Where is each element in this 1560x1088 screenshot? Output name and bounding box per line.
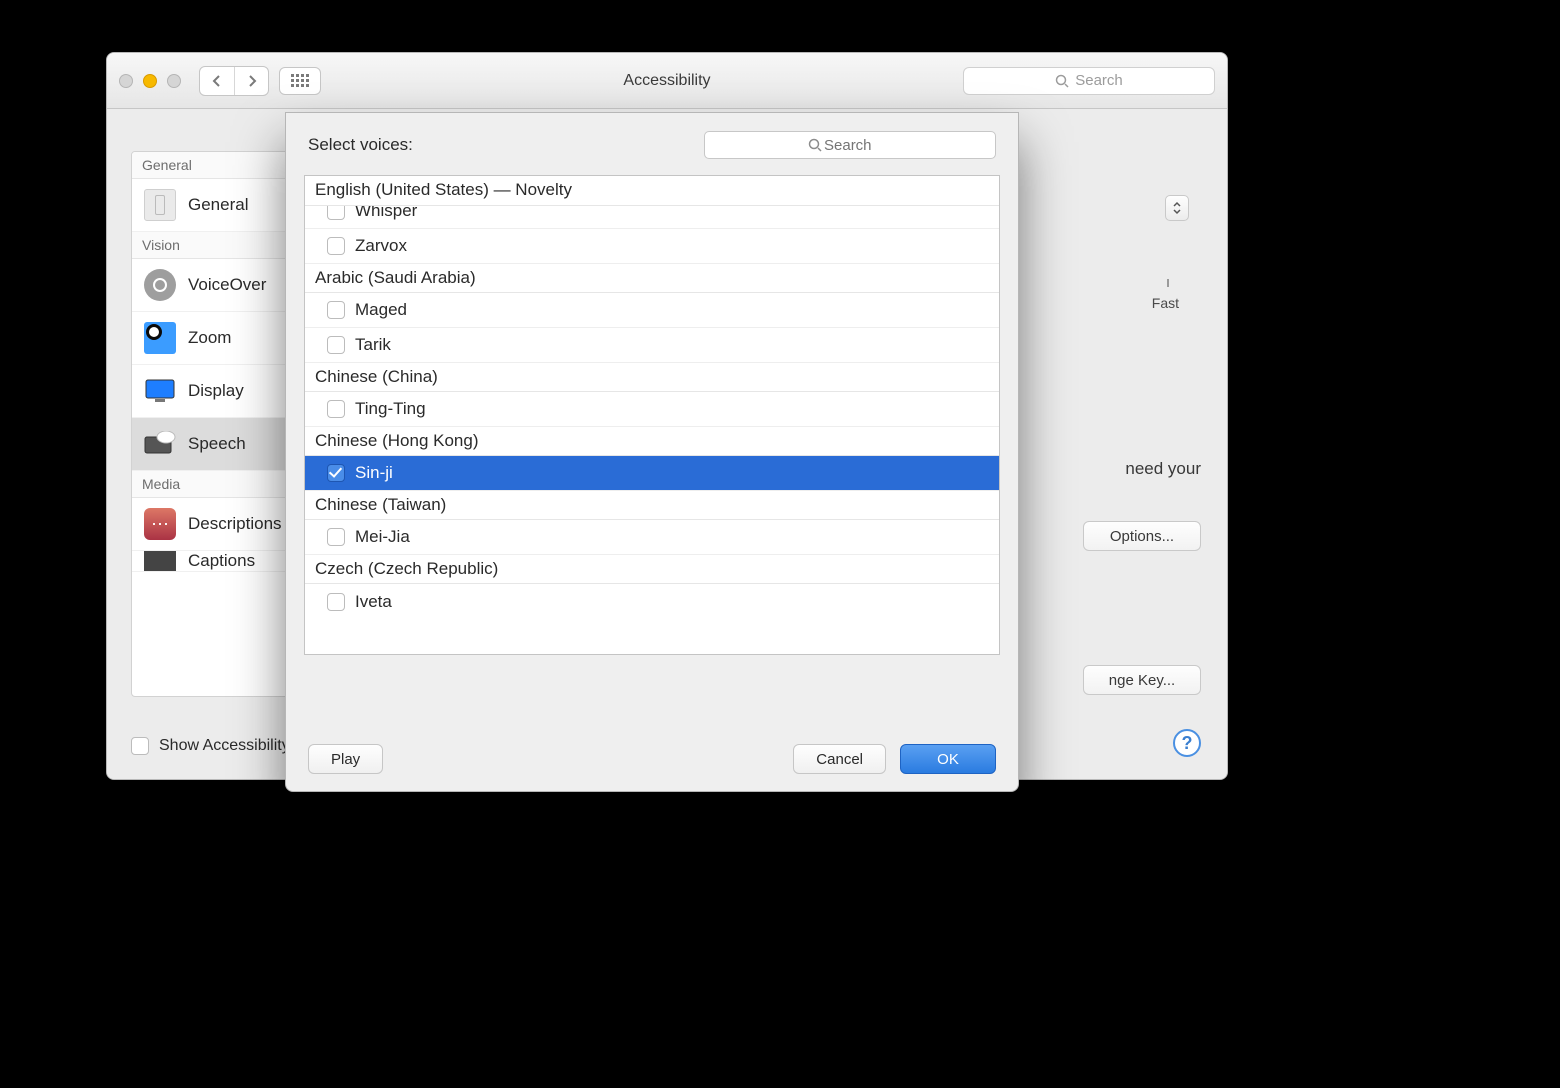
change-key-button[interactable]: nge Key... <box>1083 665 1201 695</box>
sidebar-item-label: Descriptions <box>188 514 282 534</box>
nav-group <box>199 66 269 96</box>
voice-group-header: Chinese (Taiwan) <box>305 491 999 520</box>
sheet-search-input[interactable] <box>822 136 892 155</box>
sidebar-item-label: General <box>188 195 248 215</box>
sidebar-item-label: Zoom <box>188 328 231 348</box>
voice-checkbox[interactable] <box>327 237 345 255</box>
sidebar-item-speech[interactable]: Speech <box>132 418 310 471</box>
play-button[interactable]: Play <box>308 744 383 774</box>
speaking-rate-fast-label: Fast <box>1152 295 1179 311</box>
sidebar-item-voiceover[interactable]: VoiceOver <box>132 259 310 312</box>
voice-checkbox[interactable] <box>327 464 345 482</box>
section-header-vision: Vision <box>132 232 310 259</box>
voiceover-icon <box>144 269 176 301</box>
sheet-footer: Play Cancel OK <box>286 727 1018 791</box>
voice-name: Mei-Jia <box>355 527 410 547</box>
voice-checkbox[interactable] <box>327 301 345 319</box>
voice-scroll-area[interactable]: WhisperZarvoxArabic (Saudi Arabia)MagedT… <box>305 176 999 654</box>
sidebar-item-general[interactable]: General <box>132 179 310 232</box>
voice-checkbox[interactable] <box>327 528 345 546</box>
voice-group-header: Czech (Czech Republic) <box>305 555 999 584</box>
category-sidebar: General General Vision VoiceOver Zoom Di… <box>131 151 311 697</box>
voice-row[interactable]: Tarik <box>305 328 999 363</box>
minimize-button[interactable] <box>143 74 157 88</box>
zoom-icon <box>144 322 176 354</box>
voice-row[interactable]: Iveta <box>305 584 999 619</box>
forward-button[interactable] <box>234 67 268 95</box>
voice-name: Zarvox <box>355 236 407 256</box>
voice-list[interactable]: English (United States) — Novelty Whispe… <box>304 175 1000 655</box>
help-button[interactable]: ? <box>1173 729 1201 757</box>
voice-group-sticky: English (United States) — Novelty <box>305 176 999 206</box>
show-status-label: Show Accessibility status in menu bar <box>159 737 299 755</box>
captions-icon <box>144 551 176 572</box>
zoom-button[interactable] <box>167 74 181 88</box>
sidebar-item-captions[interactable]: Captions <box>132 551 310 572</box>
descriptions-icon: ⋯ <box>144 508 176 540</box>
section-header-media: Media <box>132 471 310 498</box>
search-icon <box>1055 74 1069 88</box>
traffic-lights <box>119 74 181 88</box>
voice-name: Iveta <box>355 592 392 612</box>
general-icon <box>144 189 176 221</box>
grid-icon <box>291 74 309 88</box>
voice-select-sheet: Select voices: English (United States) —… <box>285 112 1019 792</box>
speech-icon <box>144 428 176 460</box>
sheet-title: Select voices: <box>308 135 413 155</box>
cancel-button[interactable]: Cancel <box>793 744 886 774</box>
voice-group-header: Chinese (Hong Kong) <box>305 427 999 456</box>
options-button[interactable]: Options... <box>1083 521 1201 551</box>
voice-row[interactable]: Sin-ji <box>305 456 999 491</box>
sidebar-item-descriptions[interactable]: ⋯ Descriptions <box>132 498 310 551</box>
section-header-general: General <box>132 152 310 179</box>
voice-checkbox[interactable] <box>327 400 345 418</box>
voice-name: Ting-Ting <box>355 399 426 419</box>
voice-group-header: Arabic (Saudi Arabia) <box>305 264 999 293</box>
window-footer: Show Accessibility status in menu bar <box>131 737 299 755</box>
voice-group-header: Chinese (China) <box>305 363 999 392</box>
sidebar-item-label: Captions <box>188 551 255 571</box>
toolbar-search[interactable]: Search <box>963 67 1215 95</box>
voice-row[interactable]: Mei-Jia <box>305 520 999 555</box>
voice-row[interactable]: Zarvox <box>305 229 999 264</box>
speech-pane-fragment: Fast need your Options... nge Key... <box>1051 109 1201 779</box>
voice-checkbox[interactable] <box>327 336 345 354</box>
voice-name: Tarik <box>355 335 391 355</box>
system-voice-dropdown[interactable] <box>1165 195 1189 221</box>
ok-button[interactable]: OK <box>900 744 996 774</box>
sidebar-item-zoom[interactable]: Zoom <box>132 312 310 365</box>
sidebar-item-label: VoiceOver <box>188 275 266 295</box>
voice-name: Sin-ji <box>355 463 393 483</box>
sidebar-item-display[interactable]: Display <box>132 365 310 418</box>
titlebar: Accessibility Search <box>107 53 1227 109</box>
slider-tick <box>1167 279 1169 287</box>
sidebar-item-label: Display <box>188 381 244 401</box>
sidebar-item-label: Speech <box>188 434 246 454</box>
close-button[interactable] <box>119 74 133 88</box>
announce-text-fragment: need your <box>1125 459 1201 479</box>
chevron-right-icon <box>247 74 257 88</box>
chevron-left-icon <box>212 74 222 88</box>
display-icon <box>144 375 176 407</box>
back-button[interactable] <box>200 67 234 95</box>
search-icon <box>808 138 822 152</box>
help-icon: ? <box>1182 733 1193 754</box>
sheet-header: Select voices: <box>286 113 1018 171</box>
voice-row[interactable]: Ting-Ting <box>305 392 999 427</box>
voice-checkbox[interactable] <box>327 593 345 611</box>
stepper-icon <box>1172 201 1182 215</box>
voice-name: Maged <box>355 300 407 320</box>
voice-row[interactable]: Maged <box>305 293 999 328</box>
sheet-search[interactable] <box>704 131 996 159</box>
show-all-button[interactable] <box>279 67 321 95</box>
toolbar-search-placeholder: Search <box>1075 72 1123 89</box>
show-status-checkbox[interactable] <box>131 737 149 755</box>
